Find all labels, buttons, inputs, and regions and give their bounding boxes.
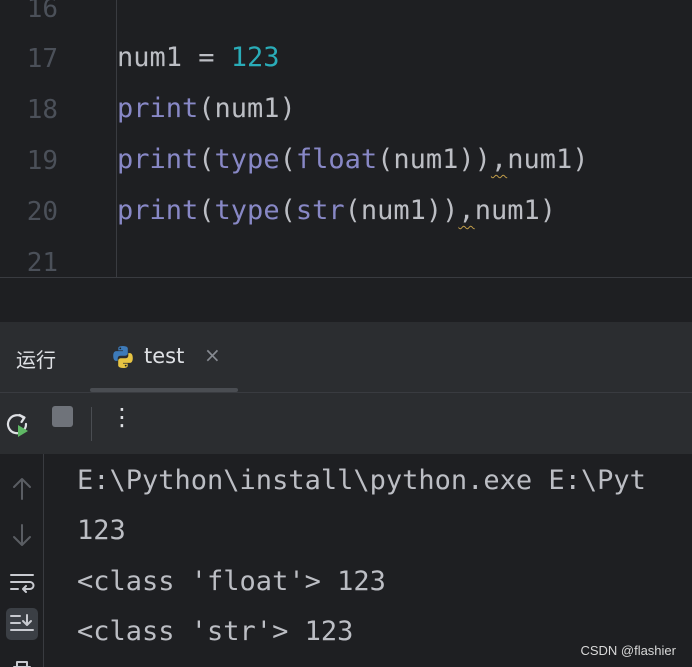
code-token: num1) (474, 195, 556, 226)
stop-icon[interactable] (52, 406, 73, 427)
code-token: ( (279, 195, 296, 226)
code-line[interactable]: print(type(float(num1)),num1) (117, 144, 588, 176)
code-token: float (295, 144, 378, 175)
code-token: type (214, 195, 280, 226)
code-token: (num1) (198, 93, 296, 124)
code-token: num1) (507, 144, 589, 175)
rerun-icon[interactable] (4, 411, 32, 439)
console-line: E:\Python\install\python.exe E:\Pyt (77, 465, 646, 496)
editor-bottom-area (0, 278, 692, 322)
line-number: 20 (26, 197, 58, 227)
run-window-title: 运行 (16, 348, 56, 372)
run-tool-window-header: 运行 test × (0, 322, 692, 392)
more-options-icon[interactable]: ⋮ (110, 405, 134, 429)
line-number-gutter: 16 17 18 19 20 21 (0, 0, 80, 277)
line-number: 19 (26, 146, 58, 176)
run-toolbar: ⋮ (0, 392, 692, 454)
console-output[interactable]: E:\Python\install\python.exe E:\Pyt 123 … (77, 454, 692, 667)
watermark: CSDN @flashier (580, 643, 676, 658)
line-number: 17 (26, 44, 58, 74)
code-token: (num1)) (344, 195, 459, 226)
code-token: ( (198, 144, 215, 175)
code-token: type (214, 144, 280, 175)
code-token: , (458, 195, 475, 226)
code-token: num1 = (117, 42, 231, 73)
code-token: ( (279, 144, 296, 175)
toolbar-separator (91, 407, 92, 441)
soft-wrap-icon[interactable] (6, 566, 38, 598)
python-icon (113, 346, 133, 368)
tab-label: test (144, 344, 185, 368)
code-token: (num1)) (377, 144, 491, 175)
code-token: str (295, 195, 345, 226)
code-area[interactable]: num1 = 123 print(num1) print(type(float(… (116, 0, 692, 277)
code-editor[interactable]: 16 17 18 19 20 21 num1 = 123 print(num1)… (0, 0, 692, 277)
code-line[interactable]: print(num1) (117, 93, 296, 125)
console-side-toolbar (0, 454, 44, 667)
code-token: print (117, 93, 199, 124)
code-token: print (117, 144, 199, 175)
close-icon[interactable]: × (204, 343, 221, 367)
scroll-down-icon[interactable] (6, 520, 38, 552)
tab-test[interactable]: test × (90, 322, 238, 392)
code-line[interactable]: print(type(str(num1)),num1) (117, 195, 556, 227)
run-console[interactable]: E:\Python\install\python.exe E:\Pyt 123 … (0, 454, 692, 667)
line-number: 16 (26, 0, 58, 24)
print-icon[interactable] (6, 654, 38, 667)
line-number: 18 (26, 95, 58, 125)
scroll-up-icon[interactable] (6, 472, 38, 504)
code-token: ( (198, 195, 215, 226)
code-token: print (117, 195, 199, 226)
console-line: <class 'float'> 123 (77, 566, 386, 597)
console-line: <class 'str'> 123 (77, 616, 354, 647)
scroll-to-end-icon[interactable] (6, 608, 38, 640)
console-line: 123 (77, 515, 126, 546)
line-number: 21 (26, 248, 58, 277)
code-token: 123 (230, 42, 280, 73)
code-token: , (490, 144, 508, 175)
code-line[interactable]: num1 = 123 (117, 42, 280, 74)
